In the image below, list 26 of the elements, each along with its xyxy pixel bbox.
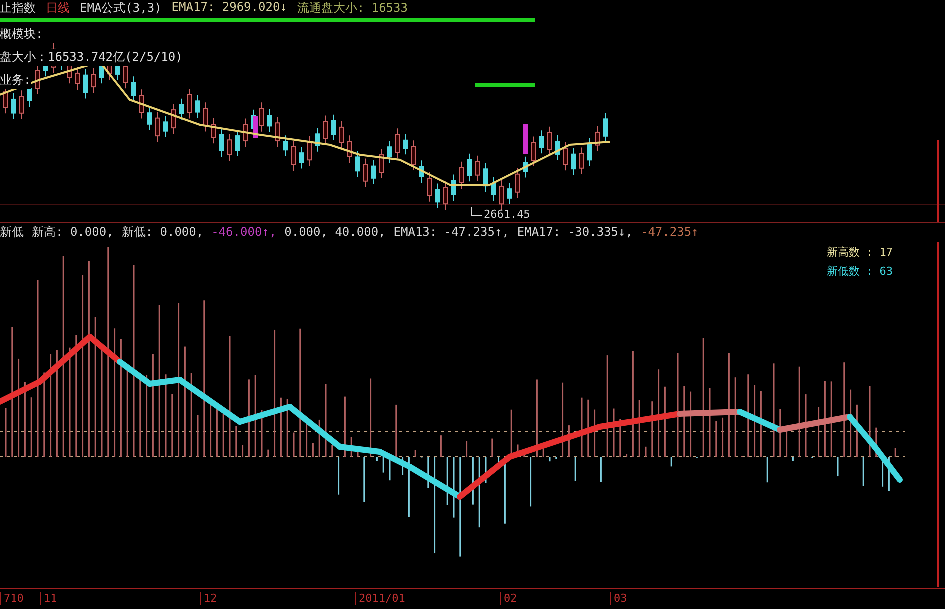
indicator-value-text: 新低 [0,224,24,240]
indicator-value-text: -47.235↑ [640,225,699,239]
chart-header-text: 日线 [46,0,70,17]
indicator-value-text: 新低: 0.000, [122,224,204,240]
time-axis-label: 710 [0,592,24,605]
leader-line [472,206,482,216]
time-axis-label: 03 [610,592,628,605]
stock-info-text: 盘大小：16533.742亿(2/5/10) [0,49,183,66]
time-axis-label: 12 [200,592,218,605]
chart-header-text: 流通盘大小: 16533 [297,0,408,17]
indicator-value-text: EMA13: -47.235↑, [394,225,510,239]
time-axis-label: 2011/01 [355,592,406,605]
legend-text: 新低数 : 63 [826,264,893,279]
stock-info-text: 业务: [0,72,32,89]
chart-header-text: 止指数 [0,0,36,17]
time-axis-label: 11 [40,592,58,605]
indicator-value-text: EMA17: -30.335↓, [517,225,633,239]
indicator-value-text: -46.000↑, [212,225,277,239]
chart-header-text: EMA公式(3,3) [80,0,162,17]
indicator-value-text: 新高: 0.000, [32,224,114,240]
indicator-value-text: 0.000, 40.000, [284,225,386,239]
low-price-label: 2661.45 [484,208,530,221]
level-line [475,83,535,87]
chart-header-text: EMA17: 2969.020↓ [172,0,288,16]
legend-text: 新高数 : 17 [826,245,893,260]
time-axis-label: 02 [500,592,518,605]
